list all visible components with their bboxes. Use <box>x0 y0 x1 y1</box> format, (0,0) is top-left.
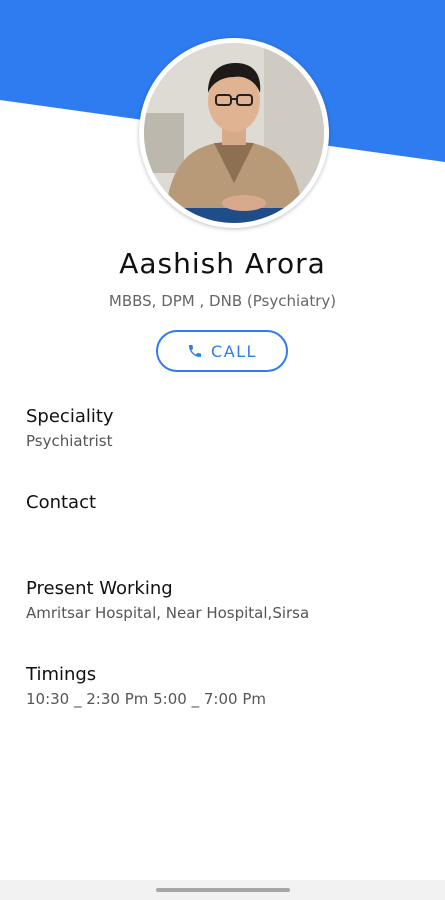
doctor-photo-icon <box>144 43 324 223</box>
doctor-degree: MBBS, DPM , DNB (Psychiatry) <box>108 292 337 310</box>
home-indicator[interactable] <box>156 888 290 892</box>
timings-title: Timings <box>26 664 97 685</box>
call-button-label: CALL <box>211 341 257 361</box>
avatar <box>144 43 324 223</box>
speciality-value: Psychiatrist <box>26 432 113 450</box>
contact-title: Contact <box>26 492 97 513</box>
speciality-section: Speciality Psychiatrist <box>26 405 426 451</box>
present-working-value: Amritsar Hospital, Near Hospital,Sirsa <box>26 604 310 622</box>
present-working-section: Present Working Amritsar Hospital, Near … <box>26 577 426 623</box>
timings-value: 10:30 _ 2:30 Pm 5:00 _ 7:00 Pm <box>26 690 266 708</box>
contact-section: Contact <box>26 491 426 517</box>
phone-icon <box>189 345 202 357</box>
speciality-title: Speciality <box>26 406 114 427</box>
avatar-frame <box>139 38 329 228</box>
present-working-title: Present Working <box>26 578 173 599</box>
call-button[interactable]: CALL <box>156 330 288 372</box>
timings-section: Timings 10:30 _ 2:30 Pm 5:00 _ 7:00 Pm <box>26 663 426 709</box>
doctor-name: Aashish Arora <box>119 247 326 280</box>
